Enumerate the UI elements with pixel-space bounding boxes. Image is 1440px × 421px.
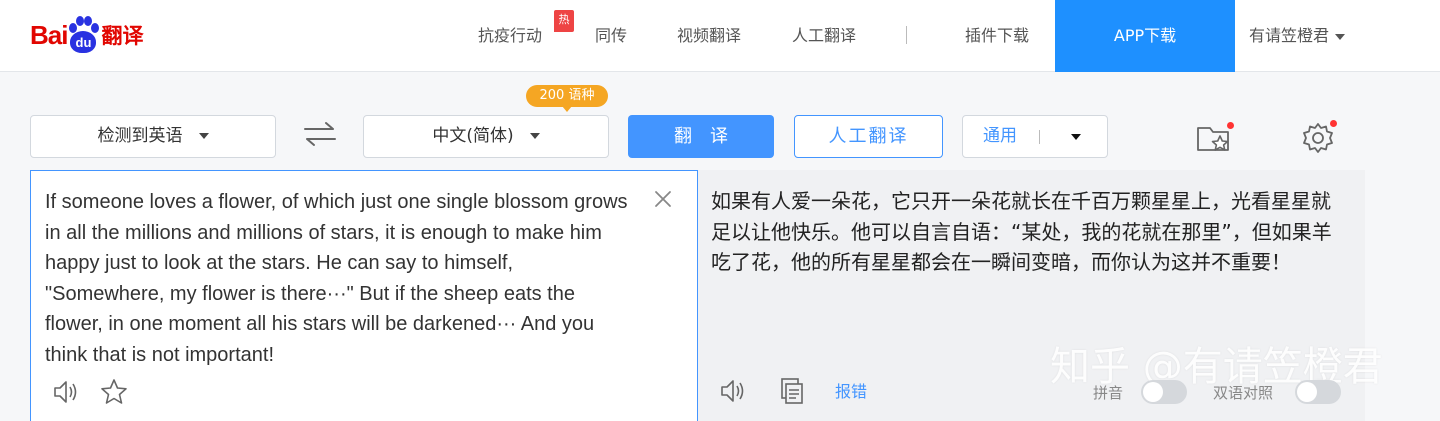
copy-icon[interactable] <box>776 376 806 406</box>
domain-divider <box>1039 130 1040 144</box>
nav-item-simultaneous[interactable]: 同传 <box>595 0 627 72</box>
target-text-panel: 如果有人爱一朵花，它只开一朵花就长在千百万颗星星上，光看星星就足以让他快乐。他可… <box>698 170 1383 421</box>
swap-languages-icon[interactable] <box>302 119 338 149</box>
nav-item-video-translate[interactable]: 视频翻译 <box>677 0 741 72</box>
chevron-down-icon <box>529 133 540 139</box>
user-menu[interactable]: 有请笠橙君 <box>1249 0 1346 72</box>
user-name: 有请笠橙君 <box>1249 26 1330 45</box>
domain-label: 通用 <box>983 126 1017 146</box>
source-textarea[interactable]: If someone loves a flower, of which just… <box>45 187 635 370</box>
notification-dot <box>1227 122 1234 129</box>
logo-bai-text: Bai <box>30 19 68 50</box>
human-translate-button[interactable]: 人工翻译 <box>794 115 943 158</box>
bilingual-label: 双语对照 <box>1213 384 1274 402</box>
pinyin-label: 拼音 <box>1093 384 1124 402</box>
language-count-badge: 200 语种 <box>526 85 608 112</box>
star-icon[interactable] <box>99 377 129 407</box>
baidu-fanyi-logo[interactable]: Bai du 翻译 <box>30 10 143 60</box>
app-download-button[interactable]: APP下载 <box>1055 0 1235 72</box>
speaker-icon[interactable] <box>51 377 81 407</box>
nav-item-antiepidemic[interactable]: 抗疫行动 <box>478 0 542 72</box>
notification-dot <box>1330 120 1337 127</box>
toggle-knob <box>1143 382 1163 402</box>
nav-item-plugin-download[interactable]: 插件下载 <box>965 0 1029 72</box>
chevron-down-icon <box>1071 134 1081 140</box>
nav-divider <box>906 26 907 44</box>
speaker-icon[interactable] <box>718 376 748 406</box>
translation-output: 如果有人爱一朵花，它只开一朵花就长在千百万颗星星上，光看星星就足以让他快乐。他可… <box>711 189 1332 274</box>
pinyin-toggle[interactable] <box>1141 380 1187 404</box>
toggle-knob <box>1297 382 1317 402</box>
paw-logo-icon: du <box>68 15 100 55</box>
source-text-panel[interactable]: If someone loves a flower, of which just… <box>30 170 698 421</box>
source-language-label: 检测到英语 <box>97 126 183 146</box>
logo-fanyi-text: 翻译 <box>101 24 144 48</box>
target-language-label: 中文(简体) <box>432 126 514 146</box>
report-error-link[interactable]: 报错 <box>835 378 867 402</box>
bilingual-toggle[interactable] <box>1295 380 1341 404</box>
chevron-down-icon <box>198 133 209 139</box>
close-icon[interactable] <box>653 189 673 209</box>
domain-select[interactable]: 通用 <box>962 115 1108 158</box>
chevron-down-icon <box>1335 33 1346 40</box>
source-language-select[interactable]: 检测到英语 <box>30 115 276 158</box>
hot-badge: 热 <box>554 10 574 32</box>
nav-item-human-translate[interactable]: 人工翻译 <box>792 0 856 72</box>
translate-button[interactable]: 翻译 <box>628 115 774 158</box>
top-header: Bai du 翻译 抗疫行动 热 同传 视频翻译 人工翻译 插件下载 APP下载… <box>0 0 1440 72</box>
target-language-select[interactable]: 中文(简体) <box>363 115 609 158</box>
logo-du-text: du <box>70 31 97 53</box>
